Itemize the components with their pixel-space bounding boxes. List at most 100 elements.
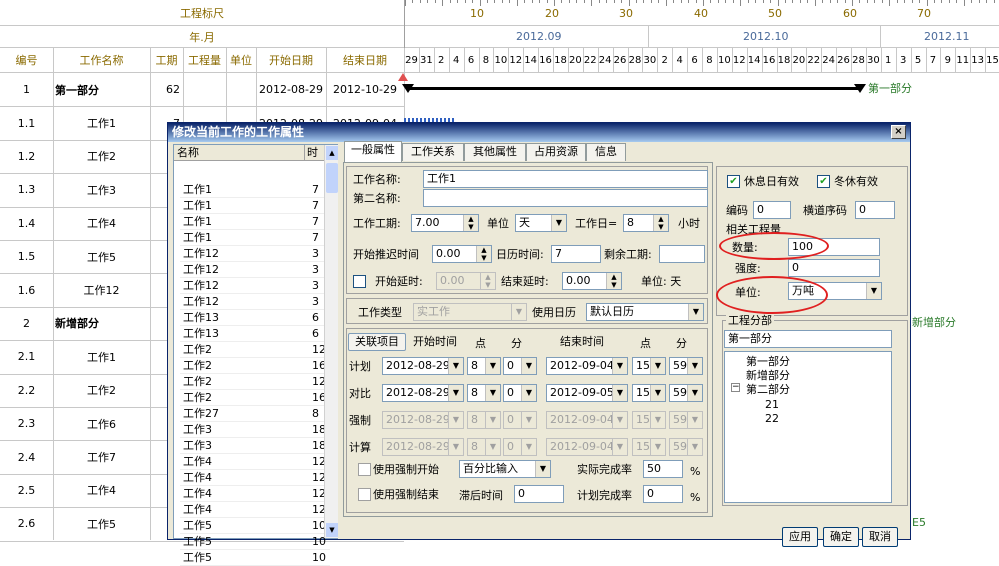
row-start[interactable]: 2012-08-29 [256, 73, 326, 106]
start-hour-select[interactable]: 8 ▼ [467, 384, 501, 402]
delay-input[interactable]: 0.00 ▲ ▼ [432, 245, 492, 263]
row-no[interactable]: 2.2 [0, 374, 53, 407]
list-item[interactable]: 工作3 18 [180, 422, 330, 438]
list-item[interactable]: 工作4 12 [180, 454, 330, 470]
workday-input[interactable]: 8 ▲ ▼ [623, 214, 669, 232]
col-header[interactable]: 结束日期 [326, 48, 404, 72]
list-item[interactable]: 工作5 10 [180, 550, 330, 566]
scroll-thumb[interactable] [326, 163, 338, 193]
list-item[interactable]: 工作2 12 [180, 342, 330, 358]
tab-1[interactable]: 一般属性 [344, 141, 402, 162]
tree-node[interactable]: 新增部分 [746, 369, 790, 383]
intensity-input[interactable]: 0 [788, 259, 880, 277]
list-item[interactable]: 工作12 3 [180, 246, 330, 262]
row-no[interactable]: 2.5 [0, 474, 53, 507]
row-name[interactable]: 新增部分 [55, 307, 150, 340]
close-button[interactable]: × [891, 125, 906, 139]
start-hour-select[interactable]: 8 ▼ [467, 438, 501, 456]
tree-collapse-icon[interactable]: − [731, 383, 740, 392]
row-name[interactable]: 工作2 [53, 140, 150, 173]
list-item[interactable]: 工作5 10 [180, 518, 330, 534]
tree-node[interactable]: 第一部分 [746, 355, 790, 369]
tree-node[interactable]: 22 [765, 412, 779, 426]
list-item[interactable]: 工作1 7 [180, 230, 330, 246]
col-header[interactable]: 工期 [150, 48, 183, 72]
row-no[interactable]: 1.2 [0, 140, 53, 173]
list-scrollbar[interactable]: ▲ ▼ [324, 145, 338, 538]
row-name[interactable]: 工作5 [53, 507, 150, 540]
start-hour-select[interactable]: 8 ▼ [467, 357, 501, 375]
unit-select[interactable]: 天 ▼ [515, 214, 567, 232]
ok-button[interactable]: 确定 [823, 527, 859, 547]
list-item[interactable]: 工作12 3 [180, 278, 330, 294]
end-minute-select[interactable]: 59 ▼ [669, 357, 703, 375]
row-name[interactable]: 工作1 [53, 340, 150, 373]
list-item[interactable]: 工作2 16 [180, 358, 330, 374]
row-no[interactable]: 1.4 [0, 207, 53, 240]
row-duration[interactable]: 62 [150, 73, 180, 106]
calendar-time-input[interactable]: 7 [551, 245, 601, 263]
tab-2[interactable]: 工作关系 [402, 143, 464, 161]
row-name[interactable]: 第一部分 [55, 73, 150, 106]
work-list[interactable]: 名称 时 工作1 7 工作1 7 工作1 7 工作1 7 工作12 3 工作12 3 工作12 3 工作12… [173, 144, 338, 566]
row-no[interactable]: 2.3 [0, 407, 53, 440]
end-date-select[interactable]: 2012-09-04 ▼ [546, 438, 628, 456]
force-end-checkbox[interactable] [358, 488, 371, 501]
row-no[interactable]: 1.5 [0, 240, 53, 273]
tree-node[interactable]: 21 [765, 398, 779, 412]
force-start-checkbox[interactable] [358, 463, 371, 476]
row-name[interactable]: 工作1 [53, 106, 150, 139]
list-item[interactable]: 工作4 12 [180, 486, 330, 502]
list-item[interactable]: 工作12 3 [180, 294, 330, 310]
row-no[interactable]: 2.4 [0, 440, 53, 473]
list-item[interactable]: 工作13 6 [180, 310, 330, 326]
list-item[interactable]: 工作12 3 [180, 262, 330, 278]
end-minute-select[interactable]: 59 ▼ [669, 384, 703, 402]
tab-3[interactable]: 其他属性 [464, 143, 526, 161]
row-name[interactable]: 工作7 [53, 440, 150, 473]
end-date-select[interactable]: 2012-09-04 ▼ [546, 411, 628, 429]
start-minute-select[interactable]: 0 ▼ [503, 384, 537, 402]
start-ext-input[interactable]: 0.00 ▲ ▼ [436, 272, 496, 290]
list-item[interactable]: 工作27 8 [180, 406, 330, 422]
end-hour-select[interactable]: 15 ▼ [632, 384, 666, 402]
start-ext-checkbox[interactable] [353, 275, 366, 288]
row-end[interactable]: 2012-10-29 [326, 73, 404, 106]
division-input[interactable]: 第一部分 [724, 330, 892, 348]
lane-input[interactable]: 0 [855, 201, 895, 219]
tab-5[interactable]: 信息 [586, 143, 626, 161]
apply-button[interactable]: 应用 [782, 527, 818, 547]
col-header[interactable]: 工程量 [183, 48, 226, 72]
list-item[interactable]: 工作1 7 [180, 214, 330, 230]
col-header[interactable]: 开始日期 [256, 48, 326, 72]
start-minute-select[interactable]: 0 ▼ [503, 357, 537, 375]
list-item[interactable]: 工作1 7 [180, 182, 330, 198]
list-item[interactable]: 工作1 7 [180, 198, 330, 214]
row-no[interactable]: 1.3 [0, 173, 53, 206]
end-date-select[interactable]: 2012-09-04 ▼ [546, 357, 628, 375]
work-type-select[interactable]: 实工作 ▼ [413, 303, 527, 321]
end-hour-select[interactable]: 15 ▼ [632, 411, 666, 429]
assoc-project-button[interactable]: 关联项目 [348, 333, 406, 351]
col-header[interactable]: 单位 [226, 48, 256, 72]
row-no[interactable]: 1.6 [0, 273, 53, 306]
end-minute-select[interactable]: 59 ▼ [669, 411, 703, 429]
scroll-down-icon[interactable]: ▼ [326, 523, 338, 537]
row-no[interactable]: 1.1 [0, 106, 53, 139]
actual-rate-input[interactable]: 50 [643, 460, 683, 478]
tree-node[interactable]: 第二部分 [746, 383, 790, 397]
list-item[interactable]: 工作3 18 [180, 438, 330, 454]
list-col-time[interactable]: 时 [307, 146, 318, 160]
row-name[interactable]: 工作4 [53, 474, 150, 507]
start-date-select[interactable]: 2012-08-29 ▼ [382, 438, 464, 456]
row-name[interactable]: 工作5 [53, 240, 150, 273]
winter-checkbox[interactable]: ✔ [817, 175, 830, 188]
list-item[interactable]: 工作5 10 [180, 534, 330, 550]
end-ext-input[interactable]: 0.00 ▲ ▼ [562, 272, 622, 290]
row-name[interactable]: 工作2 [53, 374, 150, 407]
row-no[interactable]: 1 [0, 73, 53, 106]
list-item[interactable]: 工作13 6 [180, 326, 330, 342]
list-item[interactable]: 工作4 12 [180, 470, 330, 486]
row-no[interactable]: 2.6 [0, 507, 53, 540]
row-no[interactable]: 2 [0, 307, 53, 340]
